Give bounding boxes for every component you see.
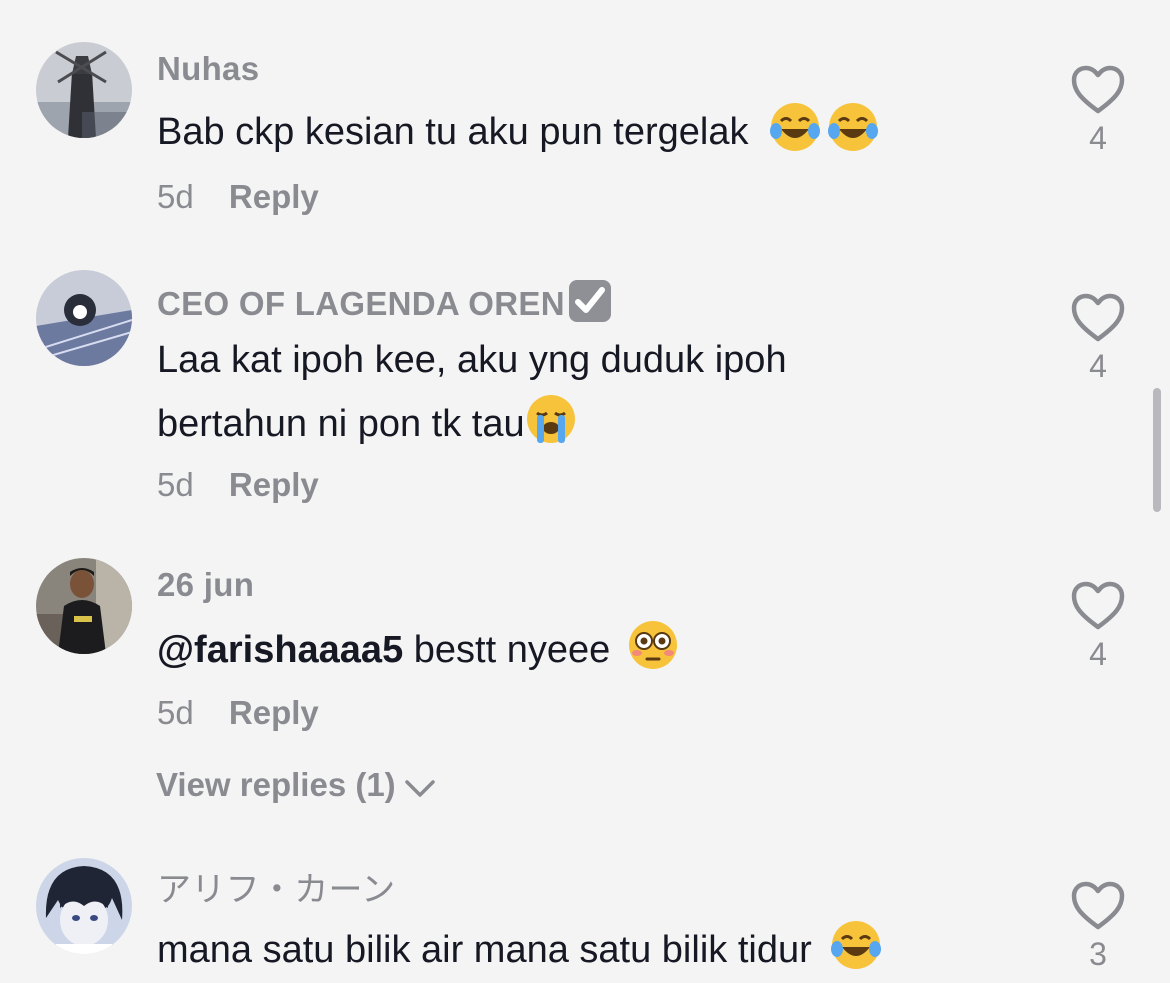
heart-icon — [1071, 293, 1125, 342]
username-text: CEO OF LAGENDA OREN — [157, 285, 565, 322]
like-button[interactable]: 3 — [1066, 880, 1130, 973]
comment-body: Bab ckp kesian tu aku pun tergelak — [157, 111, 749, 153]
like-button[interactable]: 4 — [1066, 292, 1130, 385]
check-mark-button-icon — [567, 278, 613, 324]
like-button[interactable]: 4 — [1066, 64, 1130, 157]
avatar[interactable] — [36, 42, 132, 138]
comment-text: Laa kat ipoh kee, aku yng duduk ipoh ber… — [157, 328, 917, 456]
scrollbar[interactable] — [1153, 388, 1161, 512]
face-with-tears-of-joy-icon — [769, 101, 821, 153]
avatar[interactable] — [36, 558, 132, 654]
view-replies-label: View replies (1) — [156, 766, 396, 803]
comment-body: Laa kat ipoh kee, aku yng duduk ipoh ber… — [157, 339, 787, 445]
reply-button[interactable]: Reply — [229, 466, 319, 503]
heart-icon — [1071, 65, 1125, 114]
comment-time: 5d — [157, 178, 194, 215]
heart-icon — [1071, 581, 1125, 630]
comment-time: 5d — [157, 466, 194, 503]
like-count: 4 — [1089, 120, 1107, 156]
comment-text: mana satu bilik air mana satu bilik tidu… — [157, 918, 1037, 982]
avatar[interactable] — [36, 270, 132, 366]
like-count: 4 — [1089, 636, 1107, 672]
comment-username[interactable]: Nuhas — [157, 50, 259, 88]
reply-button[interactable]: Reply — [229, 694, 319, 731]
comment-text: @farishaaaa5 bestt nyeee — [157, 618, 1037, 682]
comment-username[interactable]: アリフ・カーン — [157, 862, 395, 911]
reply-button[interactable]: Reply — [229, 178, 319, 215]
comment-username[interactable]: 26 jun — [157, 566, 254, 604]
heart-icon — [1071, 881, 1125, 930]
avatar[interactable] — [36, 858, 132, 954]
comment-text: Bab ckp kesian tu aku pun tergelak — [157, 100, 1037, 164]
flushed-face-icon — [627, 619, 679, 671]
like-button[interactable]: 4 — [1066, 580, 1130, 673]
comment-time: 5d — [157, 694, 194, 731]
comment-meta: 5d Reply — [157, 466, 319, 504]
comment-body: mana satu bilik air mana satu bilik tidu… — [157, 929, 812, 971]
face-with-tears-of-joy-icon — [827, 101, 879, 153]
loudly-crying-face-icon — [525, 393, 577, 445]
comment-username[interactable]: CEO OF LAGENDA OREN — [157, 278, 613, 324]
like-count: 4 — [1089, 348, 1107, 384]
view-replies-button[interactable]: View replies (1) — [156, 766, 436, 804]
like-count: 3 — [1089, 936, 1107, 972]
comment-body: bestt nyeee — [403, 629, 621, 671]
comment-meta: 5d Reply — [157, 694, 319, 732]
chevron-down-icon — [404, 780, 435, 797]
face-with-tears-of-joy-icon — [830, 919, 882, 971]
mention-link[interactable]: @farishaaaa5 — [157, 629, 403, 671]
comments-list: Nuhas Bab ckp kesian tu aku pun tergelak… — [0, 0, 1170, 983]
comment-meta: 5d Reply — [157, 178, 319, 216]
